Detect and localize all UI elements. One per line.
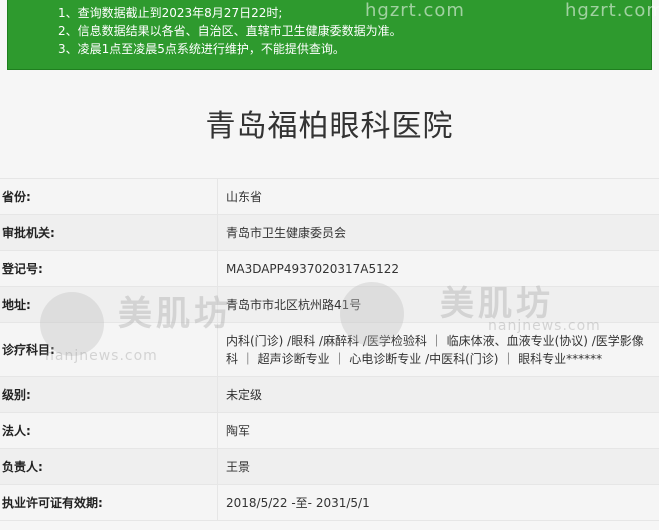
row-value: MA3DAPP4937020317A5122 bbox=[226, 261, 400, 276]
notice-line-3: 3、凌晨1点至凌晨5点系统进行维护，不能提供查询。 bbox=[58, 42, 345, 56]
row-label: 诊疗科目: bbox=[0, 323, 218, 376]
table-row-registration-number: 登记号: MA3DAPP4937020317A5122 bbox=[0, 251, 659, 287]
row-value: 未定级 bbox=[226, 387, 263, 402]
row-label: 执业许可证有效期: bbox=[0, 485, 218, 520]
info-table: 省份: 山东省 审批机关: 青岛市卫生健康委员会 登记号: MA3DAPP493… bbox=[0, 178, 659, 521]
table-row-departments: 诊疗科目: 内科(门诊) /眼科 /麻醉科 /医学检验科 ｜ 临床体液、血液专业… bbox=[0, 323, 659, 377]
page-title: 青岛福柏眼科医院 bbox=[205, 109, 454, 144]
row-label: 级别: bbox=[0, 377, 218, 412]
row-label: 审批机关: bbox=[0, 215, 218, 250]
row-value: 陶军 bbox=[226, 423, 251, 438]
watermark-site-top-b: hgzrt.com bbox=[565, 0, 659, 21]
table-row-address: 地址: 青岛市市北区杭州路41号 bbox=[0, 287, 659, 323]
notice-line-2: 2、信息数据结果以各省、自治区、直辖市卫生健康委数据为准。 bbox=[58, 24, 402, 38]
row-value: 山东省 bbox=[226, 189, 263, 204]
row-label: 负责人: bbox=[0, 449, 218, 484]
row-value: 2018/5/22 -至- 2031/5/1 bbox=[226, 495, 370, 510]
table-row-approval-authority: 审批机关: 青岛市卫生健康委员会 bbox=[0, 215, 659, 251]
row-value: 青岛市市北区杭州路41号 bbox=[226, 297, 362, 312]
row-label: 法人: bbox=[0, 413, 218, 448]
row-value: 王景 bbox=[226, 459, 251, 474]
table-row-license-validity: 执业许可证有效期: 2018/5/22 -至- 2031/5/1 bbox=[0, 485, 659, 521]
table-row-province: 省份: 山东省 bbox=[0, 179, 659, 215]
row-label: 登记号: bbox=[0, 251, 218, 286]
notice-line-1: 1、查询数据截止到2023年8月27日22时; bbox=[58, 6, 283, 20]
row-label: 地址: bbox=[0, 287, 218, 322]
table-row-level: 级别: 未定级 bbox=[0, 377, 659, 413]
row-label: 省份: bbox=[0, 179, 218, 214]
table-row-legal-person: 法人: 陶军 bbox=[0, 413, 659, 449]
watermark-site-top-a: hgzrt.com bbox=[365, 0, 465, 21]
table-row-person-in-charge: 负责人: 王景 bbox=[0, 449, 659, 485]
page: 1、查询数据截止到2023年8月27日22时; 2、信息数据结果以各省、自治区、… bbox=[0, 0, 659, 530]
row-value: 青岛市卫生健康委员会 bbox=[226, 225, 347, 240]
notice-banner: 1、查询数据截止到2023年8月27日22时; 2、信息数据结果以各省、自治区、… bbox=[7, 0, 652, 70]
row-value: 内科(门诊) /眼科 /麻醉科 /医学检验科 ｜ 临床体液、血液专业(协议) /… bbox=[226, 333, 644, 366]
